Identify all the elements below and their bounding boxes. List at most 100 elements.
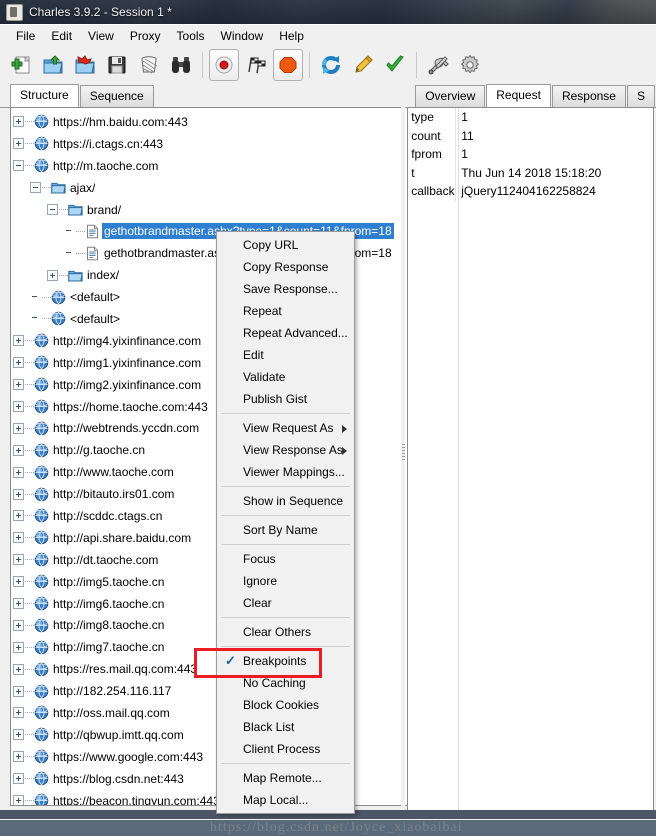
context-menu-item-edit[interactable]: Edit: [217, 344, 354, 366]
expand-plus-icon[interactable]: [13, 554, 24, 566]
tree-item-label: https://hm.baidu.com:443: [53, 114, 188, 129]
globe-icon: [34, 684, 49, 699]
tree-row[interactable]: http://m.taoche.com: [11, 155, 430, 177]
context-menu-item-show-in-sequence[interactable]: Show in Sequence: [217, 490, 354, 512]
tree-context-menu[interactable]: Copy URL Copy Response Save Response... Rep…: [216, 231, 355, 814]
menu-file[interactable]: File: [8, 27, 43, 45]
tab-response[interactable]: Response: [551, 85, 626, 107]
watermark-text: https://blog.csdn.net/Joyce_xiaobaibai: [210, 820, 463, 835]
collapse-minus-icon[interactable]: [13, 160, 24, 172]
context-menu-item-repeat-advanced[interactable]: Repeat Advanced...: [217, 322, 354, 344]
request-query-table: type 1 count 11 fprom 1 t Thu Jun 14 2018 15:18…: [407, 107, 654, 818]
context-menu-item-black-list[interactable]: Black List: [217, 716, 354, 738]
menu-tools[interactable]: Tools: [169, 27, 213, 45]
context-menu-item-map-remote[interactable]: Map Remote...: [217, 767, 354, 789]
repeat-refresh-icon[interactable]: [316, 49, 346, 81]
menu-view[interactable]: View: [80, 27, 122, 45]
expand-plus-icon[interactable]: [13, 619, 24, 631]
save-icon[interactable]: [102, 49, 132, 81]
context-menu-item-client-process[interactable]: Client Process: [217, 738, 354, 760]
context-menu-item-map-local[interactable]: Map Local...: [217, 789, 354, 811]
expand-plus-icon[interactable]: [13, 532, 24, 544]
menu-edit[interactable]: Edit: [43, 27, 80, 45]
expand-plus-icon[interactable]: [13, 466, 24, 478]
kv-row[interactable]: t Thu Jun 14 2018 15:18:20: [408, 163, 653, 182]
context-menu-item-view-request-as[interactable]: View Request As: [217, 417, 354, 439]
context-menu-item-ignore[interactable]: Ignore: [217, 570, 354, 592]
expand-plus-icon[interactable]: [13, 707, 24, 719]
tab-structure[interactable]: Structure: [10, 84, 79, 108]
expand-plus-icon[interactable]: [13, 116, 24, 128]
context-menu-item-sort-by-name[interactable]: Sort By Name: [217, 519, 354, 541]
expand-plus-icon[interactable]: [13, 598, 24, 610]
context-menu-item-block-cookies[interactable]: Block Cookies: [217, 694, 354, 716]
tools-wrench-icon[interactable]: [423, 49, 453, 81]
expand-plus-icon[interactable]: [47, 269, 58, 281]
context-menu-item-focus[interactable]: Focus: [217, 548, 354, 570]
tree-toggle-leaf-icon: [64, 248, 75, 259]
tab-request[interactable]: Request: [486, 84, 551, 108]
tree-row[interactable]: https://i.ctags.cn:443: [11, 133, 430, 155]
tab-sequence[interactable]: Sequence: [79, 85, 154, 107]
tree-row[interactable]: https://hm.baidu.com:443: [11, 111, 430, 133]
context-menu-item-breakpoints[interactable]: ✓ Breakpoints: [217, 650, 354, 672]
expand-plus-icon[interactable]: [13, 576, 24, 588]
validate-check-icon[interactable]: [380, 49, 410, 81]
expand-plus-icon[interactable]: [13, 641, 24, 653]
tree-row[interactable]: ajax/: [11, 177, 430, 199]
expand-plus-icon[interactable]: [13, 773, 24, 785]
expand-plus-icon[interactable]: [13, 510, 24, 522]
context-menu-item-copy-url[interactable]: Copy URL: [217, 234, 354, 256]
context-menu-item-viewer-mappings[interactable]: Viewer Mappings...: [217, 461, 354, 483]
menu-window[interactable]: Window: [213, 27, 272, 45]
expand-plus-icon[interactable]: [13, 401, 24, 413]
open-folder-icon[interactable]: [38, 49, 68, 81]
expand-plus-icon[interactable]: [13, 335, 24, 347]
close-session-icon[interactable]: [70, 49, 100, 81]
collapse-minus-icon[interactable]: [30, 182, 41, 194]
tab-summary[interactable]: S: [626, 85, 655, 107]
expand-plus-icon[interactable]: [13, 422, 24, 434]
menu-proxy[interactable]: Proxy: [122, 27, 169, 45]
context-menu-item-clear-others[interactable]: Clear Others: [217, 621, 354, 643]
kv-key: count: [408, 126, 457, 145]
tree-item-label: http://dt.taoche.com: [53, 552, 159, 567]
tab-overview[interactable]: Overview: [415, 85, 486, 107]
expand-plus-icon[interactable]: [13, 751, 24, 763]
context-menu-item-no-caching[interactable]: No Caching: [217, 672, 354, 694]
kv-row[interactable]: type 1: [408, 108, 653, 127]
expand-plus-icon[interactable]: [13, 444, 24, 456]
expand-plus-icon[interactable]: [13, 357, 24, 369]
context-menu-item-copy-response[interactable]: Copy Response: [217, 256, 354, 278]
record-icon[interactable]: [209, 49, 239, 81]
kv-row[interactable]: fprom 1: [408, 145, 653, 164]
kv-row[interactable]: count 11: [408, 126, 653, 145]
context-menu-item-validate[interactable]: Validate: [217, 366, 354, 388]
menu-help[interactable]: Help: [271, 27, 312, 45]
window-body: File Edit View Proxy Tools Window Help S…: [0, 24, 656, 835]
binoculars-find-icon[interactable]: [166, 49, 196, 81]
clear-trash-icon[interactable]: [134, 49, 164, 81]
kv-row[interactable]: callback jQuery112404162258824: [408, 182, 653, 201]
window-title: Charles 3.9.2 - Session 1 *: [29, 5, 172, 19]
expand-plus-icon[interactable]: [13, 663, 24, 675]
context-menu-item-clear[interactable]: Clear: [217, 592, 354, 614]
throttle-flags-icon[interactable]: [241, 49, 271, 81]
compose-pencil-icon[interactable]: [348, 49, 378, 81]
expand-plus-icon[interactable]: [13, 685, 24, 697]
expand-plus-icon[interactable]: [13, 795, 24, 805]
tree-row[interactable]: brand/: [11, 199, 430, 221]
context-menu-item-repeat[interactable]: Repeat: [217, 300, 354, 322]
collapse-minus-icon[interactable]: [47, 204, 58, 215]
file-icon: [85, 224, 100, 239]
breakpoints-stop-icon[interactable]: [273, 49, 303, 81]
expand-plus-icon[interactable]: [13, 729, 24, 741]
expand-plus-icon[interactable]: [13, 488, 24, 500]
expand-plus-icon[interactable]: [13, 138, 24, 150]
expand-plus-icon[interactable]: [13, 379, 24, 391]
new-session-icon[interactable]: [6, 49, 36, 81]
context-menu-item-view-response-as[interactable]: View Response As: [217, 439, 354, 461]
settings-gear-icon[interactable]: [455, 49, 485, 81]
context-menu-item-save-response[interactable]: Save Response...: [217, 278, 354, 300]
context-menu-item-publish-gist[interactable]: Publish Gist: [217, 388, 354, 410]
